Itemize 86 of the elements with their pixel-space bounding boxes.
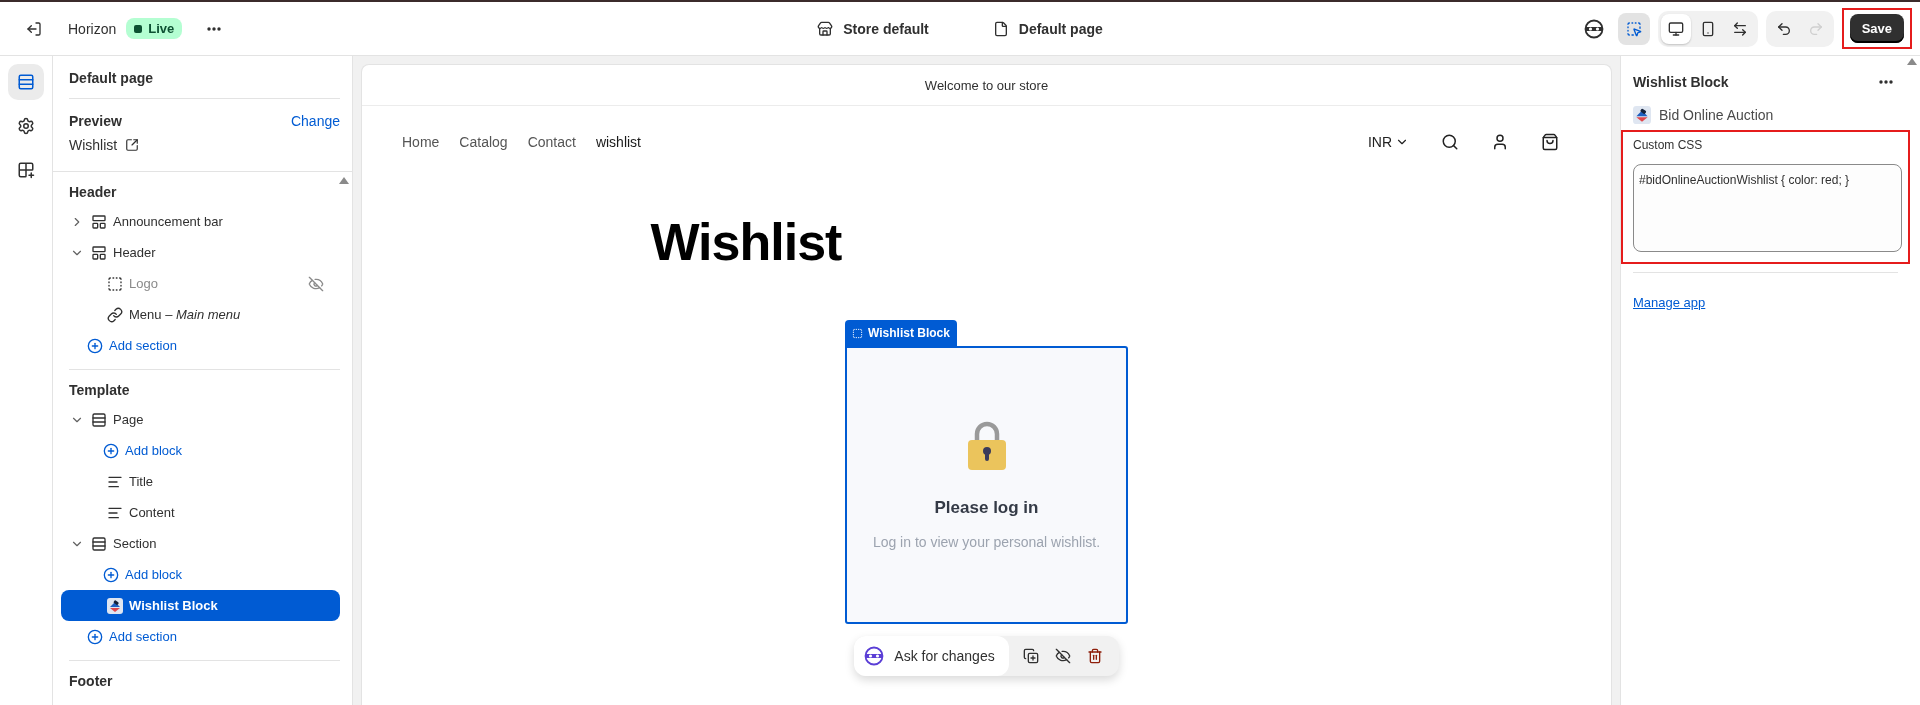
sidebar-title: Default page (69, 56, 340, 99)
rows-icon (91, 411, 107, 428)
exit-icon (26, 20, 42, 37)
user-icon (1491, 133, 1509, 151)
context-selector[interactable]: Default page (984, 16, 1111, 41)
tree-item[interactable]: Menu – Main menu (69, 299, 340, 330)
page-title: Wishlist (650, 212, 843, 272)
rows-icon (17, 73, 35, 91)
eye-off-icon (308, 275, 324, 292)
arrows-horizontal-icon (1731, 20, 1748, 37)
tree-item[interactable]: Wishlist Block (61, 590, 340, 621)
save-button[interactable]: Save (1849, 14, 1904, 43)
redo-icon (1807, 20, 1824, 37)
section-icon (91, 244, 107, 261)
device-toggle[interactable] (1660, 13, 1691, 44)
block-message: Log in to view your personal wishlist. (872, 534, 1101, 550)
context-selector[interactable]: Store default (809, 16, 937, 41)
plus-circle-icon (87, 337, 103, 354)
announcement-bar: Welcome to our store (362, 65, 1611, 106)
change-link[interactable]: Change (290, 113, 340, 129)
bot-icon (1583, 18, 1604, 39)
field-label: Custom CSS (1633, 138, 1704, 152)
app-icon (107, 597, 123, 614)
link-icon (107, 306, 123, 323)
tree-item[interactable]: Logo (69, 268, 340, 299)
tree-item[interactable]: Section (69, 528, 340, 559)
trash-icon (1086, 648, 1103, 664)
css-input-field[interactable]: #bidOnlineAuctionWishlist { color: red; } (1633, 164, 1902, 252)
plus-circle-icon (103, 442, 119, 459)
plus-circle-icon (103, 566, 119, 583)
monitor-icon (1667, 20, 1684, 37)
external-link-icon (125, 138, 140, 152)
tree-item[interactable]: Content (69, 497, 340, 528)
apps-icon (17, 161, 35, 179)
currency-selector[interactable]: INR (1367, 134, 1409, 150)
app-icon (1633, 106, 1651, 124)
rail-button[interactable] (8, 64, 44, 100)
block-heading: Please log in (934, 498, 1039, 518)
nav-link[interactable]: wishlist (595, 134, 641, 150)
scroll-up-icon[interactable] (1907, 58, 1917, 65)
tree-item[interactable]: Header (69, 237, 340, 268)
section-icon (91, 213, 107, 230)
dashed-square-icon (107, 275, 123, 292)
nav-link[interactable]: Catalog (459, 134, 508, 150)
plus-circle-icon (87, 628, 103, 645)
store-icon (817, 20, 834, 37)
select-tool-button[interactable] (1617, 12, 1650, 45)
cart-button[interactable] (1541, 133, 1559, 151)
preview-label: Preview (69, 113, 122, 129)
file-icon (992, 20, 1009, 37)
eye-off-icon (1054, 648, 1071, 664)
account-button[interactable] (1491, 133, 1509, 151)
add-link[interactable]: Add section (69, 621, 340, 652)
search-icon (1441, 133, 1459, 151)
wishlist-block[interactable]: Please log in Log in to view your personal wishlist. (845, 346, 1128, 624)
ellipsis-icon (207, 26, 222, 31)
search-button[interactable] (1441, 133, 1459, 151)
preview-page: Wishlist (69, 137, 118, 153)
lock-icon (966, 420, 1007, 470)
nav-link[interactable]: Contact (527, 134, 576, 150)
settings-icon (17, 117, 35, 135)
bag-icon (1541, 133, 1559, 151)
tree-item[interactable]: Announcement bar (69, 206, 340, 237)
bot-icon (864, 646, 885, 666)
group-title: Template (69, 382, 131, 398)
undo-icon (1775, 20, 1792, 37)
nav-link[interactable]: Home (402, 134, 440, 150)
status-badge: Live (126, 18, 183, 39)
dashed-square-icon (852, 327, 863, 339)
add-link[interactable]: Add block (69, 435, 340, 466)
rows-icon (91, 535, 107, 552)
group-title: Footer (69, 673, 114, 689)
copy-plus-icon (1022, 648, 1039, 664)
add-link[interactable]: Add section (69, 330, 340, 361)
ask-button[interactable]: Ask for changes (854, 636, 1009, 676)
inspector-title: Wishlist Block (1633, 74, 1729, 90)
tree-item[interactable]: Page (69, 404, 340, 435)
tree-item[interactable]: Title (69, 466, 340, 497)
group-title: Header (69, 184, 118, 200)
ellipsis-icon (1879, 80, 1893, 84)
app-name: Bid Online Auction (1659, 107, 1774, 123)
theme-name: Horizon (68, 20, 117, 37)
block-label[interactable]: Wishlist Block (845, 320, 957, 346)
select-pointer-icon (1625, 20, 1642, 37)
add-link[interactable]: Add block (69, 559, 340, 590)
manage-app-link[interactable]: Manage app (1633, 295, 1706, 310)
